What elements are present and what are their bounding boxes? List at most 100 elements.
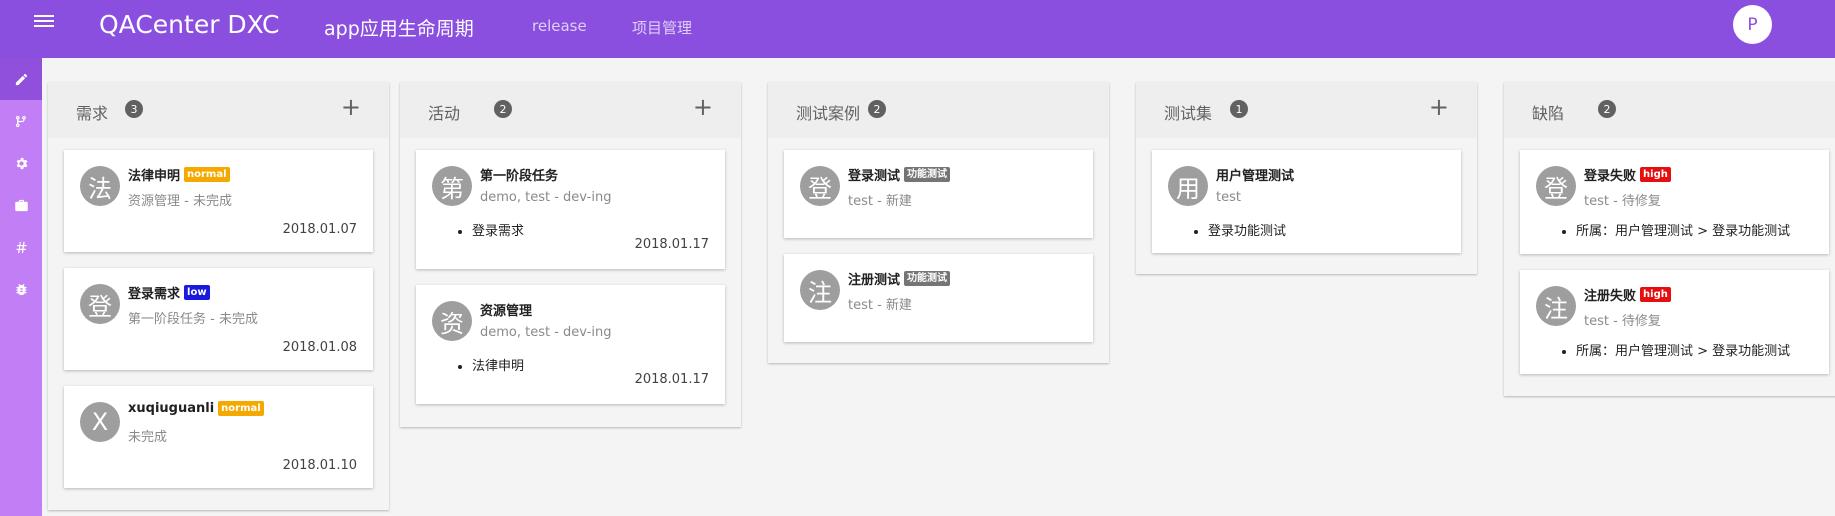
avatar: 登 <box>800 166 840 206</box>
type-badge: 功能测试 <box>904 271 951 286</box>
card-list: 第 第一阶段任务 demo, test - dev-ing 登录需求 2018.… <box>400 138 741 427</box>
linked-item: 所属：用户管理测试 > 登录功能测试 <box>1576 340 1790 359</box>
avatar: 注 <box>800 270 840 310</box>
activity-card[interactable]: 资 资源管理 demo, test - dev-ing 法律申明 2018.01… <box>416 285 725 404</box>
column-header: 活动 2 + <box>400 82 741 138</box>
top-app-bar: QACenter DXC app应用生命周期 release 项目管理 P <box>0 0 1835 58</box>
card-subtitle: test - 新建 <box>848 194 912 209</box>
linked-item: 法律申明 <box>472 355 524 374</box>
gear-icon <box>16 157 27 169</box>
avatar: 注 <box>1536 286 1576 326</box>
priority-badge: low <box>184 285 210 300</box>
card-title: 法律申明 <box>128 169 181 184</box>
requirement-card[interactable]: 法 法律申明 normal 资源管理 - 未完成 2018.01.07 <box>64 150 373 252</box>
test-suite-card[interactable]: 用 用户管理测试 test 登录功能测试 <box>1152 150 1461 253</box>
add-icon[interactable]: + <box>693 95 713 119</box>
defect-card[interactable]: 登 登录失败high test - 待修复 所属：用户管理测试 > 登录功能测试 <box>1520 150 1829 254</box>
avatar: X <box>80 402 120 442</box>
nav-link-project-management[interactable]: 项目管理 <box>632 17 692 38</box>
sidebar-item-defects[interactable] <box>0 268 42 310</box>
merge-icon <box>15 115 26 127</box>
sidebar-item-test-suites[interactable] <box>0 184 42 226</box>
avatar: 用 <box>1168 166 1208 206</box>
nav-link-release[interactable]: release <box>532 17 587 35</box>
sidebar <box>0 58 42 516</box>
column-header: 测试案例 2 <box>768 82 1109 138</box>
count-badge: 1 <box>1230 100 1248 118</box>
sidebar-item-activities[interactable] <box>0 100 42 142</box>
page-title: app应用生命周期 <box>324 18 474 40</box>
column-test-cases: 测试案例 2 登 登录测试 功能测试 test - 新建 注 注册测试 功能测试 t… <box>768 82 1109 363</box>
column-header: 需求 3 + <box>48 82 389 138</box>
column-title: 测试集 <box>1164 104 1213 123</box>
sidebar-item-requirements[interactable] <box>0 58 42 100</box>
hash-icon <box>16 241 26 253</box>
card-subtitle: 第一阶段任务 - 未完成 <box>128 312 258 327</box>
card-title: 第一阶段任务 <box>480 169 559 184</box>
column-header: 测试集 1 + <box>1136 82 1477 138</box>
test-case-card[interactable]: 注 注册测试 功能测试 test - 新建 <box>784 254 1093 342</box>
priority-badge: normal <box>218 401 264 416</box>
requirement-card[interactable]: 登 登录需求 low 第一阶段任务 - 未完成 2018.01.08 <box>64 268 373 370</box>
card-links: 法律申明 <box>472 355 524 374</box>
defect-card[interactable]: 注 注册失败high test - 待修复 所属：用户管理测试 > 登录功能测试 <box>1520 270 1829 374</box>
pencil-icon <box>15 73 27 85</box>
briefcase-icon <box>14 199 28 211</box>
sidebar-item-tags[interactable] <box>0 226 42 268</box>
count-badge: 2 <box>494 100 512 118</box>
avatar: 登 <box>80 284 120 324</box>
sidebar-item-test-cases[interactable] <box>0 142 42 184</box>
card-list: 法 法律申明 normal 资源管理 - 未完成 2018.01.07 登 登录需… <box>48 138 389 510</box>
card-list: 登 登录测试 功能测试 test - 新建 注 注册测试 功能测试 test - 新… <box>768 138 1109 363</box>
card-subtitle: test - 待修复 <box>1584 314 1661 329</box>
column-title: 活动 <box>428 104 461 123</box>
avatar: 资 <box>432 301 472 341</box>
column-requirements: 需求 3 + 法 法律申明 normal 资源管理 - 未完成 2018.01.0… <box>48 82 389 510</box>
card-links: 登录需求 <box>472 220 524 239</box>
column-test-suites: 测试集 1 + 用 用户管理测试 test 登录功能测试 <box>1136 82 1477 274</box>
column-title: 需求 <box>76 104 109 123</box>
avatar: 登 <box>1536 166 1576 206</box>
user-avatar[interactable]: P <box>1733 5 1772 44</box>
card-date: 2018.01.10 <box>282 458 357 473</box>
card-subtitle: test <box>1216 190 1241 205</box>
card-title: 用户管理测试 <box>1216 169 1295 184</box>
column-defects: 缺陷 2 登 登录失败high test - 待修复 所属：用户管理测试 > 登… <box>1504 82 1835 396</box>
card-subtitle: test - 新建 <box>848 298 912 313</box>
add-icon[interactable]: + <box>1429 95 1449 119</box>
hamburger-menu-icon[interactable] <box>34 12 58 32</box>
linked-item: 登录功能测试 <box>1208 220 1286 239</box>
column-title: 缺陷 <box>1532 104 1565 123</box>
add-icon[interactable]: + <box>341 95 361 119</box>
linked-item: 所属：用户管理测试 > 登录功能测试 <box>1576 220 1790 239</box>
card-subtitle: 资源管理 - 未完成 <box>128 194 232 209</box>
card-subtitle: test - 待修复 <box>1584 194 1661 209</box>
card-date: 2018.01.07 <box>282 222 357 237</box>
card-title: 注册失败 <box>1584 289 1637 304</box>
test-case-card[interactable]: 登 登录测试 功能测试 test - 新建 <box>784 150 1093 238</box>
avatar: 法 <box>80 166 120 206</box>
card-links: 所属：用户管理测试 > 登录功能测试 <box>1576 220 1790 239</box>
count-badge: 2 <box>1598 100 1616 118</box>
linked-item: 登录需求 <box>472 220 524 239</box>
requirement-card[interactable]: X xuqiuguanli normal 未完成 2018.01.10 <box>64 386 373 488</box>
count-badge: 2 <box>868 100 886 118</box>
card-title: xuqiuguanli <box>128 401 215 416</box>
card-links: 登录功能测试 <box>1208 220 1286 239</box>
card-subtitle: 未完成 <box>128 430 168 445</box>
card-subtitle: demo, test - dev-ing <box>480 190 612 205</box>
bug-icon <box>16 283 26 295</box>
card-title: 资源管理 <box>480 304 533 319</box>
severity-badge: high <box>1640 287 1671 302</box>
card-links: 所属：用户管理测试 > 登录功能测试 <box>1576 340 1790 359</box>
column-header: 缺陷 2 <box>1504 82 1835 138</box>
activity-card[interactable]: 第 第一阶段任务 demo, test - dev-ing 登录需求 2018.… <box>416 150 725 269</box>
severity-badge: high <box>1640 167 1671 182</box>
card-date: 2018.01.17 <box>634 372 709 387</box>
card-list: 用 用户管理测试 test 登录功能测试 <box>1136 138 1477 274</box>
card-date: 2018.01.08 <box>282 340 357 355</box>
avatar: 第 <box>432 166 472 206</box>
column-activities: 活动 2 + 第 第一阶段任务 demo, test - dev-ing 登录需… <box>400 82 741 427</box>
count-badge: 3 <box>125 100 143 118</box>
type-badge: 功能测试 <box>904 167 951 182</box>
